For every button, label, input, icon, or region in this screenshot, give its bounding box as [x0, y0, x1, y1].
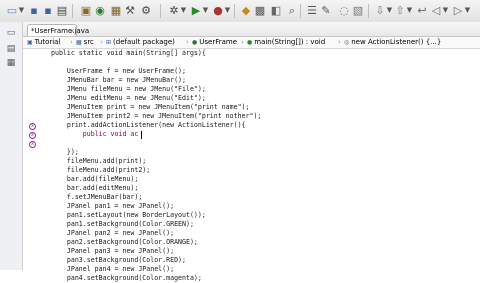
chevron-down-icon[interactable]: ▼	[406, 3, 413, 18]
error-marker-icon[interactable]: x	[29, 132, 36, 139]
print-icon[interactable]: ▤	[56, 3, 68, 18]
breadcrumb-item-src[interactable]: ▦ src	[76, 37, 94, 48]
code-line: UserFrame f = new UserFrame();	[51, 67, 186, 75]
toolbar-separator	[72, 4, 73, 18]
prev-annotation-icon[interactable]: ⇧	[394, 3, 406, 18]
breadcrumb-separator: ›	[338, 38, 341, 46]
code-line: f.setJMenuBar(bar);	[51, 193, 143, 201]
code-line: pan1.setLayout(new BorderLayout());	[51, 211, 206, 219]
forward-icon[interactable]: ▷	[452, 3, 464, 18]
chevron-down-icon[interactable]: ▼	[442, 3, 449, 18]
code-line: JMenu fileMenu = new JMenu("File");	[51, 85, 206, 93]
code-editor[interactable]: x x x public static void main(String[] a…	[23, 49, 480, 282]
class-icon: ●	[192, 39, 198, 46]
breadcrumb-label: src	[83, 38, 94, 46]
toolbar-separator	[300, 4, 301, 18]
code-line: JMenu editMenu = new JMenu("Edit");	[51, 94, 206, 102]
anonymous-class-icon: ◎	[344, 39, 350, 46]
close-icon[interactable]: ×	[69, 25, 75, 37]
breadcrumb-item-main[interactable]: ● main(String[]) : void	[247, 37, 325, 48]
project-icon: ▣	[27, 39, 33, 46]
code-line: JPanel pan1 = new JPanel();	[51, 202, 175, 210]
last-edit-icon[interactable]: ↩	[416, 3, 428, 18]
task-icon[interactable]: ☰	[306, 3, 318, 18]
breadcrumb-label: main(String[]) : void	[254, 38, 326, 46]
block-selection-icon[interactable]: ▧	[352, 3, 364, 18]
left-trim-bar: ▭ ▤ ▦	[0, 22, 23, 270]
breadcrumb-separator: ›	[241, 38, 244, 46]
run-icon[interactable]: ▶	[190, 3, 202, 18]
package-icon[interactable]: ▣	[80, 3, 92, 18]
code-line: JPanel pan2 = new JPanel();	[51, 229, 175, 237]
chevron-down-icon[interactable]: ▼	[386, 3, 393, 18]
code-line: pan4.setBackground(Color.magenta);	[51, 274, 202, 282]
breadcrumb-label: UserFrame	[199, 38, 238, 46]
hierarchy-icon[interactable]: ▦	[6, 58, 16, 68]
toggle-icon[interactable]: ◧	[270, 3, 282, 18]
code-line: JMenuBar bar = new JMenuBar();	[51, 76, 186, 84]
code-line: public static void main(String[] args){	[51, 49, 206, 57]
save-all-icon[interactable]: ▪	[42, 3, 54, 18]
breadcrumb-item-action-listener[interactable]: ◎ new ActionListener() {...}	[344, 37, 441, 48]
breadcrumb-item-tutorial[interactable]: ▣ Tutorial	[27, 37, 60, 48]
code-line: bar.add(editMenu);	[51, 184, 139, 192]
breadcrumb-separator: ›	[186, 38, 189, 46]
chevron-down-icon[interactable]: ▼	[180, 3, 187, 18]
toolbar-separator	[234, 4, 235, 18]
save-icon[interactable]: ▪	[28, 3, 40, 18]
breadcrumb-item-default-package[interactable]: ⊞ (default package)	[106, 37, 175, 48]
tab-label: *UserFrame.java	[31, 27, 90, 35]
mark-occurrences-icon[interactable]: ◌	[338, 3, 350, 18]
source-folder-icon: ▦	[76, 39, 82, 46]
breadcrumb-label: Tutorial	[34, 38, 61, 46]
tab-userframe-java[interactable]: *UserFrame.java ×	[27, 24, 89, 37]
breadcrumb: ▣ Tutorial › ▦ src › ⊞ (default package) › …	[23, 37, 480, 49]
error-marker-icon[interactable]: x	[29, 123, 36, 130]
package-icon: ⊞	[106, 39, 112, 46]
settings-icon[interactable]: ⚙	[140, 3, 152, 18]
new-class-icon[interactable]: ◆	[240, 3, 252, 18]
restore-view-icon[interactable]: ▭	[6, 28, 16, 38]
breadcrumb-item-userframe[interactable]: ● UserFrame	[192, 37, 237, 48]
folder-icon[interactable]: ▦	[110, 3, 122, 18]
code-line: pan3.setBackground(Color.RED);	[51, 256, 186, 264]
tools-icon[interactable]: ⚒	[124, 3, 136, 18]
method-icon: ●	[247, 39, 253, 46]
breadcrumb-label: (default package)	[113, 38, 175, 46]
code-line: JMenuItem print = new JMenuItem("print n…	[51, 103, 250, 111]
new-file-icon[interactable]: ▭	[6, 3, 18, 18]
open-type-icon[interactable]: ▩	[254, 3, 266, 18]
code-line: });	[51, 148, 79, 156]
chevron-down-icon[interactable]: ▼	[224, 3, 231, 18]
code-line-current: public void ac	[51, 130, 139, 138]
code-line: fileMenu.add(print2);	[51, 166, 151, 174]
toolbar-separator	[160, 4, 161, 18]
main-toolbar: ▭ ▼ ▪ ▪ ▤ ▣ ◉ ▦ ⚒ ⚙ ✲ ▼ ▶ ▼ ● ▼ ◆ ▩ ◧ ⌕ …	[0, 0, 480, 23]
back-icon[interactable]: ◁	[430, 3, 442, 18]
next-annotation-icon[interactable]: ⇩	[374, 3, 386, 18]
class-icon[interactable]: ◉	[94, 3, 106, 18]
code-line: fileMenu.add(print);	[51, 157, 147, 165]
chevron-down-icon[interactable]: ▼	[18, 3, 25, 18]
error-marker-icon[interactable]: x	[29, 141, 36, 148]
editor-tab-bar: *UserFrame.java ×	[23, 22, 480, 37]
code-line: JMenuItem print2 = new JMenuItem("print …	[51, 112, 262, 120]
stop-icon[interactable]: ●	[212, 3, 224, 18]
code-line: print.addActionListener(new ActionListen…	[51, 121, 246, 129]
breadcrumb-separator: ›	[70, 38, 73, 46]
breadcrumb-separator: ›	[100, 38, 103, 46]
code-line: pan1.setBackground(Color.GREEN);	[51, 220, 194, 228]
chevron-down-icon[interactable]: ▼	[464, 3, 471, 18]
package-explorer-icon[interactable]: ▤	[6, 44, 16, 54]
breadcrumb-label: new ActionListener() {...}	[351, 38, 442, 46]
toolbar-separator	[368, 4, 369, 18]
chevron-down-icon[interactable]: ▼	[202, 3, 209, 18]
code-line: JPanel pan3 = new JPanel();	[51, 247, 175, 255]
code-line: bar.add(fileMenu);	[51, 175, 139, 183]
annotation-icon[interactable]: ✎	[320, 3, 332, 18]
debug-icon[interactable]: ✲	[168, 3, 180, 18]
text-caret	[141, 131, 142, 139]
code-line: pan2.setBackground(Color.ORANGE);	[51, 238, 198, 246]
search-icon[interactable]: ⌕	[286, 3, 298, 18]
